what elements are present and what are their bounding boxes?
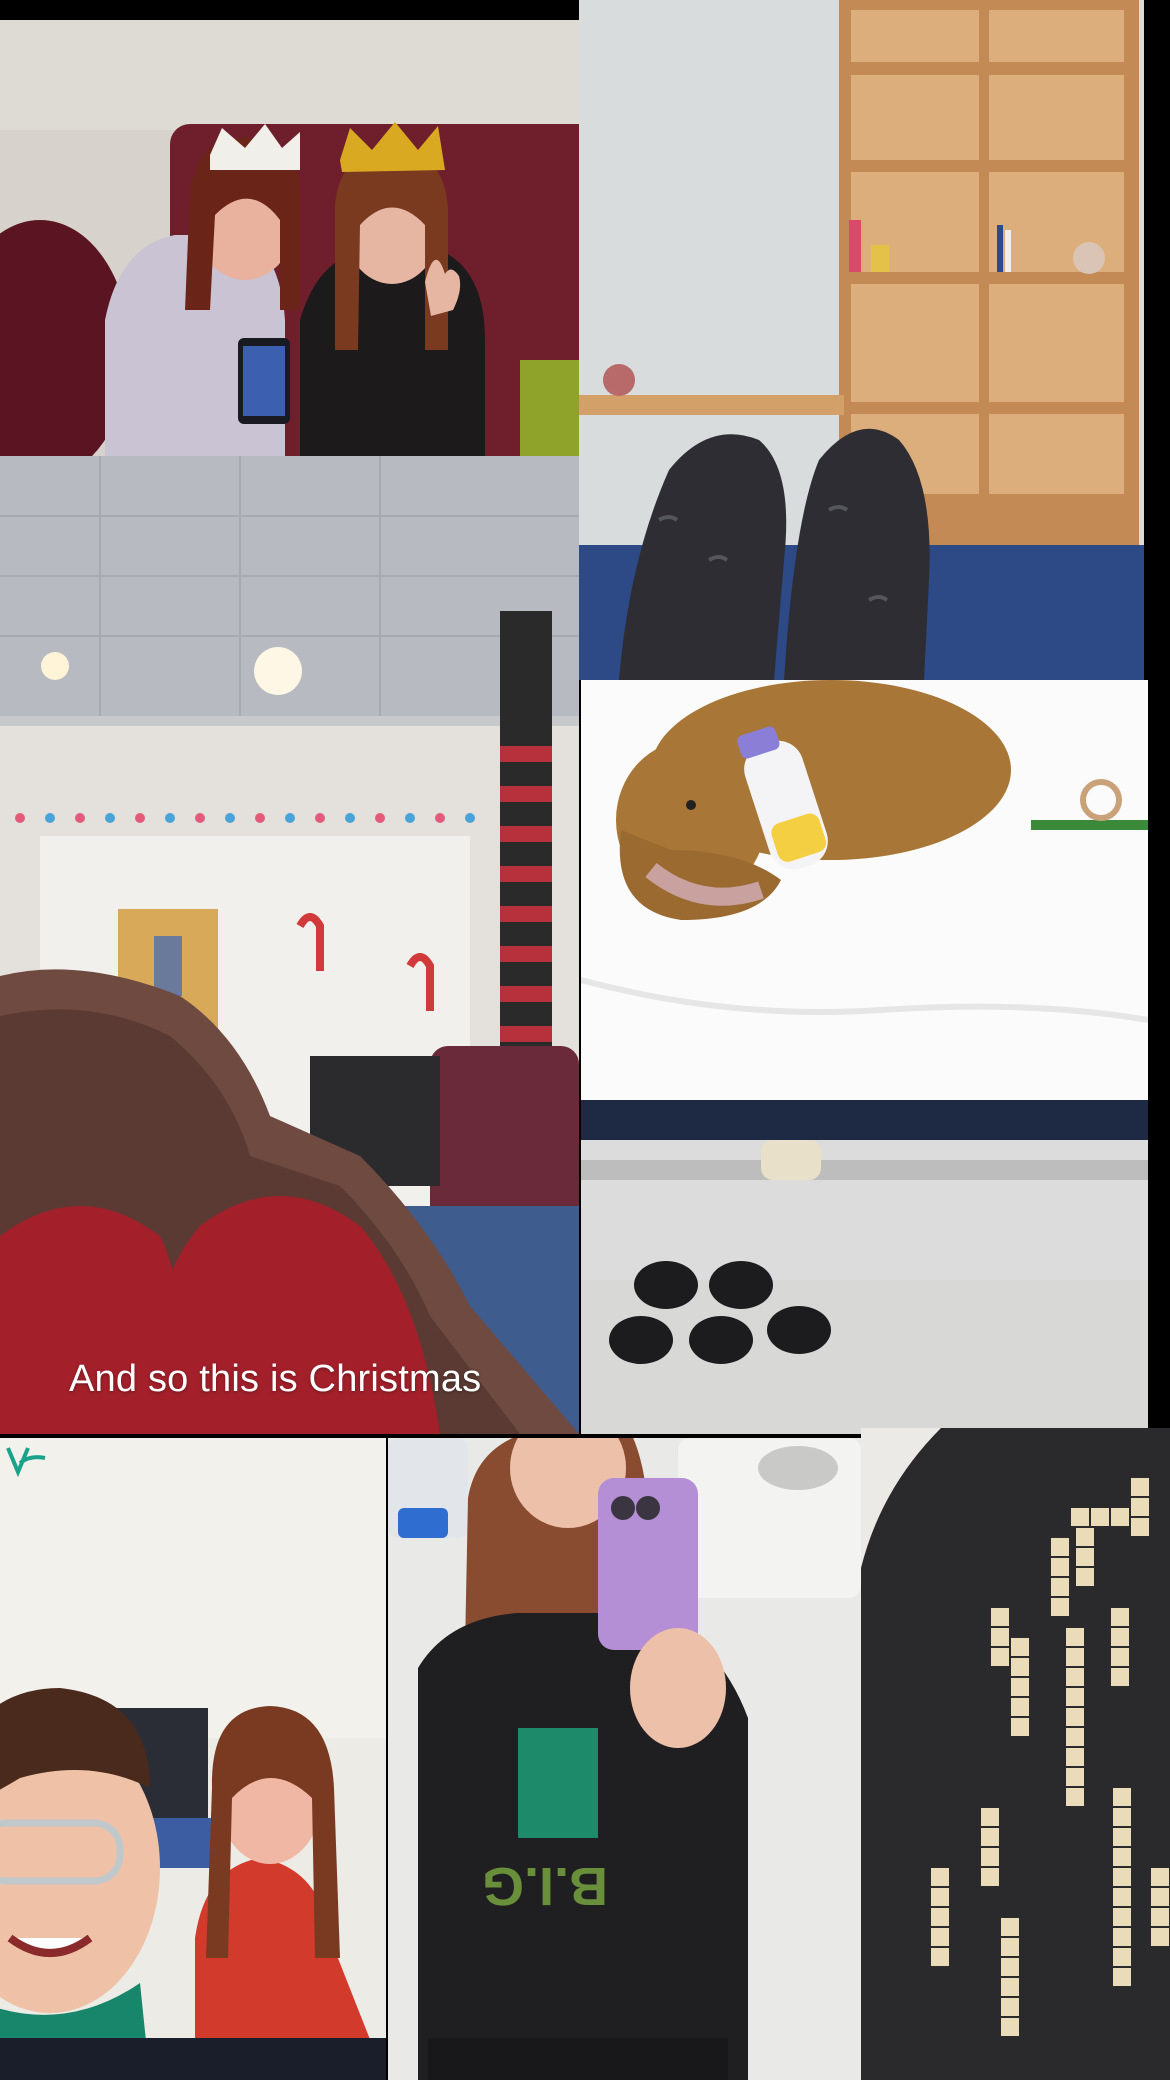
photo-two-girls-crowns-image	[0, 20, 602, 456]
caption-text: And so this is Christmas	[69, 1358, 482, 1400]
photo-selfie-two-smiling-image	[0, 1438, 386, 2080]
photo-mirror-selfie-image: B.I.G	[388, 1438, 861, 2080]
photo-teddy-hospital-bed	[581, 680, 1148, 1434]
photo-lounge-christmas	[0, 456, 579, 1434]
photo-teddy-hospital-bed-image	[581, 680, 1148, 1434]
sweater-print: B.I.G	[482, 1856, 608, 1916]
photo-mirror-selfie: B.I.G	[388, 1438, 861, 2080]
photo-scrabble-board-image	[861, 1428, 1170, 2080]
photo-legs-bookshelf	[579, 0, 1144, 680]
photo-lounge-christmas-image	[0, 456, 579, 1434]
photo-selfie-two-smiling	[0, 1438, 386, 2080]
photo-two-girls-crowns	[0, 20, 602, 456]
photo-scrabble-board	[861, 1428, 1170, 2080]
photo-legs-bookshelf-image	[579, 0, 1144, 680]
